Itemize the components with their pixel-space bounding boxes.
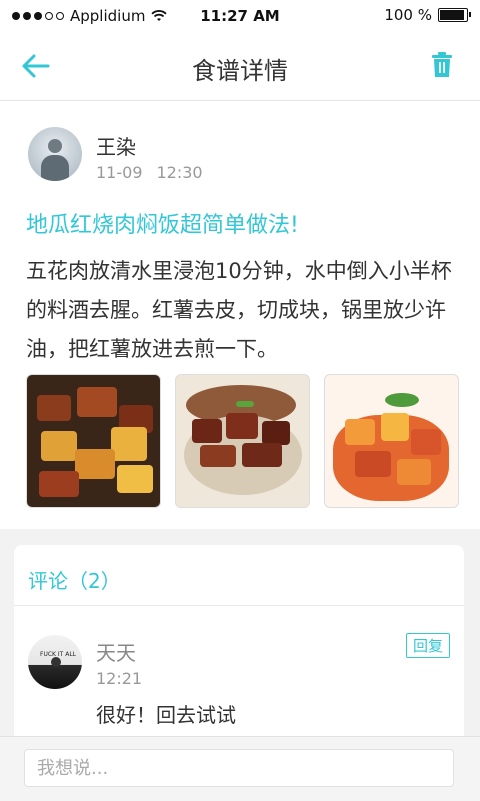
recipe-photo-2[interactable]	[175, 374, 310, 508]
commenter-avatar[interactable]: FUCK IT ALL	[28, 635, 82, 689]
photo-gallery	[26, 374, 459, 508]
recipe-photo-3[interactable]	[324, 374, 459, 508]
post-date: 11-09	[96, 163, 143, 182]
reply-button[interactable]: 回复	[405, 633, 450, 658]
comment-input[interactable]	[24, 749, 454, 787]
page-title: 食谱详情	[192, 57, 288, 85]
recipe-title: 地瓜红烧肉焖饭超简单做法!	[26, 213, 299, 238]
post-datetime: 11-09 12:30	[96, 163, 217, 182]
divider	[14, 605, 464, 606]
battery-percent: 100 %	[384, 6, 432, 24]
post-time: 12:30	[156, 163, 203, 182]
trash-icon[interactable]	[430, 52, 454, 78]
battery-icon	[438, 8, 471, 22]
recipe-description: 五花肉放清水里浸泡10分钟，水中倒入小半杯的料酒去腥。红薯去皮，切成块，锅里放少…	[26, 259, 452, 361]
commenter-name[interactable]: 天天	[96, 637, 136, 666]
recipe-photo-1[interactable]	[26, 374, 161, 508]
status-bar: Applidium 11:27 AM 100 %	[0, 0, 480, 32]
comment-bar	[0, 736, 480, 801]
battery-group: 100 %	[384, 6, 471, 24]
nav-bar: 食谱详情	[0, 32, 480, 101]
comments-header: 评论（2）	[28, 569, 121, 593]
comment-time: 12:21	[96, 669, 143, 688]
recipe-post: 王染 11-09 12:30 地瓜红烧肉焖饭超简单做法! 五花肉放清水里浸泡10分…	[0, 101, 480, 529]
comment-text: 很好！回去试试	[96, 703, 236, 727]
comments-card: 评论（2） FUCK IT ALL 天天 12:21 很好！回去试试 回复	[14, 545, 464, 745]
author-avatar[interactable]	[28, 127, 82, 181]
author-name[interactable]: 王染	[96, 131, 136, 160]
